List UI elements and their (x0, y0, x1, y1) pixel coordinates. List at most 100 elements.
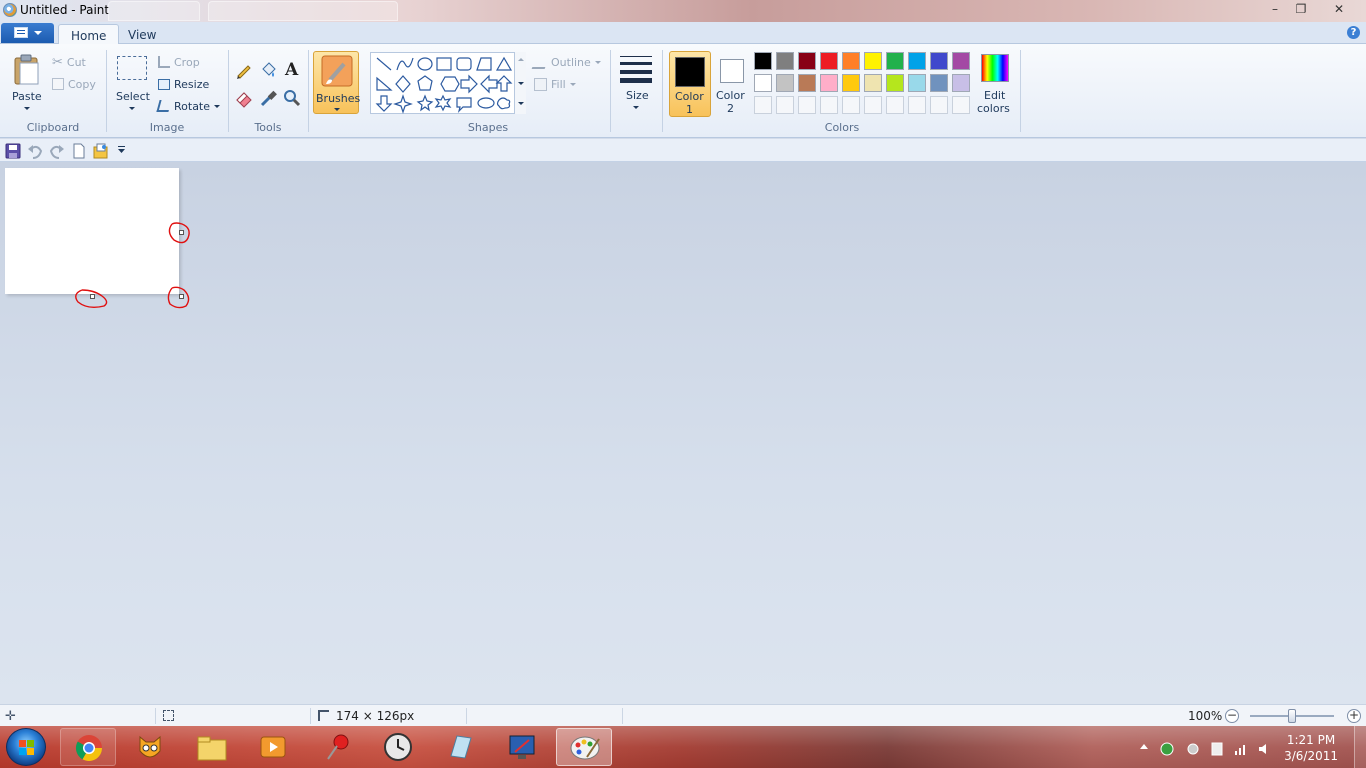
show-hidden-icons-button[interactable] (1140, 744, 1148, 749)
palette-swatch[interactable] (908, 74, 926, 92)
custom-color-slot[interactable] (776, 96, 794, 114)
crop-button[interactable]: Crop (158, 53, 200, 71)
palette-swatch[interactable] (864, 74, 882, 92)
remote-desktop-taskbar-button[interactable] (494, 728, 550, 766)
paint-menu-button[interactable] (1, 23, 54, 43)
shapes-gallery (370, 52, 526, 114)
color2-label-line1: Color (716, 89, 745, 102)
shapes-scroll[interactable] (514, 52, 526, 114)
palette-swatch[interactable] (930, 74, 948, 92)
zoom-in-button[interactable]: + (1347, 709, 1361, 723)
color-picker-tool[interactable] (258, 88, 278, 108)
tab-view[interactable]: View (116, 24, 168, 45)
show-desktop-button[interactable] (1354, 726, 1366, 768)
paste-button[interactable]: Paste (8, 52, 46, 116)
palette-swatch[interactable] (886, 52, 904, 70)
background-window-tab[interactable] (108, 1, 200, 21)
palette-swatch[interactable] (842, 74, 860, 92)
undo-icon[interactable] (27, 143, 43, 159)
palette-swatch[interactable] (754, 74, 772, 92)
zoom-slider-thumb[interactable] (1288, 709, 1296, 723)
palette-swatch[interactable] (798, 52, 816, 70)
clock-app-taskbar-button[interactable] (370, 728, 426, 766)
edit-colors-button[interactable]: Edit colors (976, 51, 1016, 117)
cut-button[interactable]: ✂ Cut (52, 53, 86, 71)
open-folder-icon[interactable] (93, 143, 109, 159)
custom-color-slot[interactable] (930, 96, 948, 114)
close-button[interactable]: ✕ (1326, 1, 1352, 18)
custom-color-slot[interactable] (886, 96, 904, 114)
explorer-taskbar-button[interactable] (184, 728, 240, 766)
background-window-tab[interactable] (208, 1, 398, 21)
palette-swatch[interactable] (798, 74, 816, 92)
palette-swatch[interactable] (842, 52, 860, 70)
palette-swatch[interactable] (820, 52, 838, 70)
save-icon[interactable] (5, 143, 21, 159)
notes-taskbar-button[interactable] (432, 728, 488, 766)
crop-label: Crop (174, 55, 200, 69)
start-button[interactable] (6, 728, 46, 766)
custom-color-slot[interactable] (908, 96, 926, 114)
palette-swatch[interactable] (864, 52, 882, 70)
color1-button[interactable]: Color 1 (669, 51, 711, 117)
magnifier-tool[interactable] (282, 88, 302, 108)
color1-label-line1: Color (675, 90, 704, 103)
device-tray-icon[interactable] (1210, 742, 1223, 756)
select-button[interactable]: Select (114, 52, 150, 116)
custom-color-slot[interactable] (952, 96, 970, 114)
size-button[interactable]: Size (616, 51, 656, 114)
minimize-button[interactable]: – (1262, 1, 1288, 18)
palette-swatch[interactable] (776, 74, 794, 92)
volume-icon[interactable] (1258, 742, 1270, 754)
custom-color-slot[interactable] (754, 96, 772, 114)
palette-swatch[interactable] (820, 74, 838, 92)
settings-tray-icon[interactable] (1186, 742, 1199, 755)
maximize-button[interactable]: ❐ (1288, 1, 1314, 18)
sticky-pin-taskbar-button[interactable] (310, 728, 366, 766)
fill-tool[interactable] (258, 60, 278, 80)
text-tool[interactable]: A (282, 60, 302, 80)
media-player-taskbar-button[interactable] (245, 728, 301, 766)
chrome-taskbar-button[interactable] (60, 728, 116, 766)
palette-swatch[interactable] (754, 52, 772, 70)
outline-label: Outline (551, 55, 591, 69)
palette-swatch[interactable] (952, 74, 970, 92)
custom-color-slot[interactable] (842, 96, 860, 114)
palette-swatch[interactable] (886, 74, 904, 92)
help-icon[interactable]: ? (1347, 26, 1360, 39)
palette-swatch[interactable] (776, 52, 794, 70)
outline-button[interactable]: Outline (531, 53, 601, 71)
eraser-tool[interactable] (234, 88, 254, 108)
resize-button[interactable]: Resize (158, 75, 209, 93)
tab-home[interactable]: Home (58, 24, 120, 45)
palette-swatch[interactable] (930, 52, 948, 70)
scratch-taskbar-button[interactable] (122, 728, 178, 766)
palette-swatch[interactable] (908, 52, 926, 70)
zoom-out-button[interactable]: − (1225, 709, 1239, 723)
clipboard-group-label: Clipboard (26, 121, 80, 134)
custom-color-slot[interactable] (820, 96, 838, 114)
colors-group-label: Colors (824, 121, 860, 134)
custom-color-slot[interactable] (798, 96, 816, 114)
copy-button[interactable]: Copy (52, 75, 96, 93)
brushes-button[interactable]: Brushes (313, 51, 360, 114)
rotate-button[interactable]: Rotate (156, 97, 221, 115)
color2-swatch (720, 59, 744, 83)
paint-app-icon[interactable] (3, 3, 17, 17)
custom-color-slot[interactable] (864, 96, 882, 114)
network-sync-icon[interactable] (1160, 742, 1174, 756)
fill-button[interactable]: Fill (534, 75, 576, 93)
system-clock[interactable]: 1:21 PM 3/6/2011 (1284, 732, 1338, 764)
color2-button[interactable]: Color 2 (714, 51, 750, 117)
new-document-icon[interactable] (71, 143, 87, 159)
signal-strength-icon[interactable] (1234, 742, 1246, 755)
shapes-gallery-icons[interactable] (373, 54, 523, 114)
palette-swatch[interactable] (952, 52, 970, 70)
taskbar: 1:21 PM 3/6/2011 (0, 726, 1366, 768)
customize-toolbar-icon[interactable] (117, 145, 133, 161)
group-divider (308, 50, 309, 132)
clipboard-icon (14, 54, 39, 85)
pencil-tool[interactable] (234, 60, 254, 80)
redo-icon[interactable] (49, 143, 65, 159)
paint-taskbar-button[interactable] (556, 728, 612, 766)
